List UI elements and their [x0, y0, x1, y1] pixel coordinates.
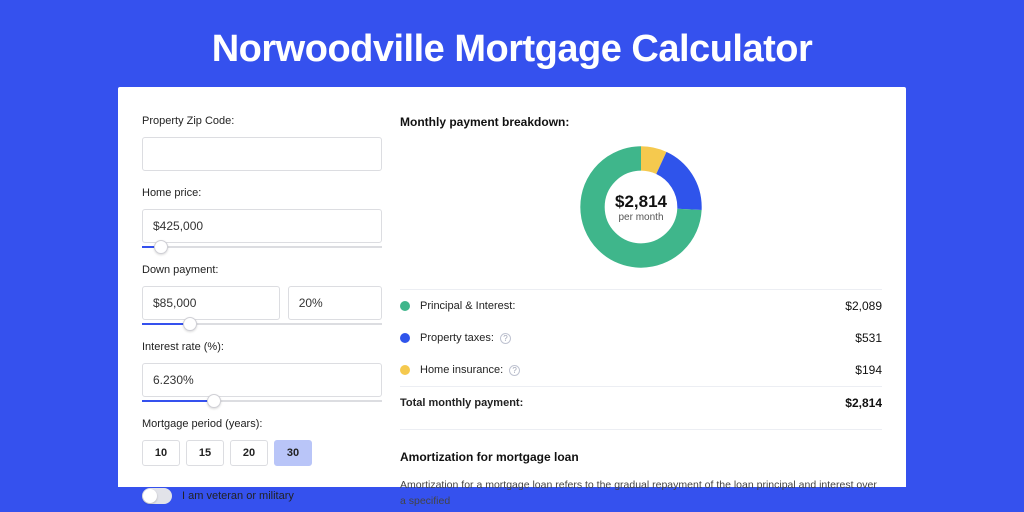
period-field: Mortgage period (years): 10152030 — [142, 418, 382, 466]
legend-value: $531 — [855, 331, 882, 345]
legend-row: Home insurance:?$194 — [400, 354, 882, 386]
legend-total-value: $2,814 — [845, 396, 882, 410]
calculator-card: Property Zip Code: Home price: Down paym… — [118, 87, 906, 487]
interest-slider[interactable] — [142, 400, 382, 402]
period-label: Mortgage period (years): — [142, 418, 382, 430]
period-button-30[interactable]: 30 — [274, 440, 312, 466]
donut-sub: per month — [618, 212, 663, 223]
zip-label: Property Zip Code: — [142, 115, 382, 127]
home-price-field: Home price: — [142, 187, 382, 248]
legend-row: Principal & Interest:$2,089 — [400, 290, 882, 322]
period-button-15[interactable]: 15 — [186, 440, 224, 466]
period-button-20[interactable]: 20 — [230, 440, 268, 466]
legend-dot — [400, 333, 410, 343]
donut-chart: $2,814 per month — [577, 143, 705, 271]
legend-label: Property taxes:? — [420, 332, 855, 344]
donut-chart-wrap: $2,814 per month — [400, 139, 882, 289]
amortization-section: Amortization for mortgage loan Amortizat… — [400, 429, 882, 510]
home-price-slider-thumb[interactable] — [154, 240, 168, 254]
legend-dot — [400, 301, 410, 311]
veteran-toggle[interactable] — [142, 488, 172, 504]
down-payment-slider[interactable] — [142, 323, 382, 325]
interest-slider-fill — [142, 400, 214, 402]
results-panel: Monthly payment breakdown: $2,814 per mo… — [400, 115, 882, 487]
inputs-panel: Property Zip Code: Home price: Down paym… — [142, 115, 382, 487]
page-title: Norwoodville Mortgage Calculator — [0, 0, 1024, 87]
interest-input[interactable] — [142, 363, 382, 397]
period-button-10[interactable]: 10 — [142, 440, 180, 466]
home-price-slider[interactable] — [142, 246, 382, 248]
veteran-label: I am veteran or military — [182, 490, 294, 502]
down-payment-pct-input[interactable] — [288, 286, 382, 320]
donut-amount: $2,814 — [615, 192, 667, 212]
veteran-row: I am veteran or military — [142, 488, 382, 504]
down-payment-label: Down payment: — [142, 264, 382, 276]
amortization-title: Amortization for mortgage loan — [400, 450, 882, 464]
zip-field: Property Zip Code: — [142, 115, 382, 171]
legend: Principal & Interest:$2,089Property taxe… — [400, 289, 882, 419]
legend-value: $2,089 — [845, 299, 882, 313]
period-buttons: 10152030 — [142, 440, 382, 466]
interest-label: Interest rate (%): — [142, 341, 382, 353]
zip-input[interactable] — [142, 137, 382, 171]
home-price-input[interactable] — [142, 209, 382, 243]
down-payment-input[interactable] — [142, 286, 280, 320]
home-price-label: Home price: — [142, 187, 382, 199]
legend-label: Home insurance:? — [420, 364, 855, 376]
legend-total-label: Total monthly payment: — [400, 397, 845, 409]
interest-field: Interest rate (%): — [142, 341, 382, 402]
info-icon[interactable]: ? — [509, 365, 520, 376]
donut-center: $2,814 per month — [577, 143, 705, 271]
info-icon[interactable]: ? — [500, 333, 511, 344]
legend-label: Principal & Interest: — [420, 300, 845, 312]
legend-total-row: Total monthly payment:$2,814 — [400, 386, 882, 419]
interest-slider-thumb[interactable] — [207, 394, 221, 408]
legend-dot — [400, 365, 410, 375]
down-payment-slider-thumb[interactable] — [183, 317, 197, 331]
down-payment-field: Down payment: — [142, 264, 382, 325]
legend-value: $194 — [855, 363, 882, 377]
breakdown-title: Monthly payment breakdown: — [400, 115, 882, 129]
legend-row: Property taxes:?$531 — [400, 322, 882, 354]
amortization-body: Amortization for a mortgage loan refers … — [400, 478, 882, 510]
